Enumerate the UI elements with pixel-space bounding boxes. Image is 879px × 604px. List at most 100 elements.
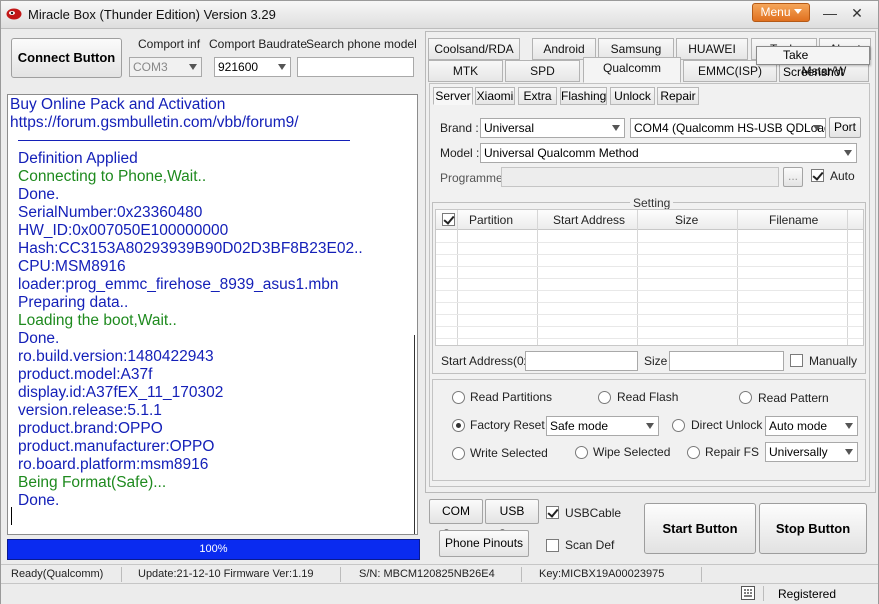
log-line: Connecting to Phone,Wait..: [18, 168, 207, 185]
select-all-checkbox[interactable]: [442, 213, 455, 226]
model-value: Universal Qualcomm Method: [484, 146, 639, 160]
tab-mtk[interactable]: MTK: [428, 60, 503, 82]
model-select[interactable]: Universal Qualcomm Method: [480, 143, 857, 163]
repair-mode-select[interactable]: Universally: [765, 442, 858, 462]
window-title: Miracle Box (Thunder Edition) Version 3.…: [28, 7, 276, 22]
log-line: ro.build.version:1480422943: [18, 348, 214, 365]
log-line: Being Format(Safe)...: [18, 474, 167, 491]
log-line: ro.board.platform:msm8916: [18, 456, 209, 473]
tab-coolsand-rda[interactable]: Coolsand/RDA: [428, 38, 520, 60]
connect-button[interactable]: Connect Button: [11, 38, 122, 78]
partition-table[interactable]: Partition Start Address Size Filename: [435, 209, 864, 346]
wipe-selected-radio[interactable]: [575, 446, 588, 459]
com-scan-button[interactable]: COM Scan: [429, 499, 483, 541]
take-screenshot-tooltip[interactable]: Take Screenshot: [756, 46, 870, 79]
usb-cable-checkbox[interactable]: [546, 506, 559, 519]
start-address-input[interactable]: [525, 351, 638, 371]
phone-pinouts-button[interactable]: Phone Pinouts: [439, 530, 529, 557]
log-line: Done.: [18, 330, 60, 347]
log-line: Hash:CC3153A80293939B90D02D3BF8B23E02..: [18, 240, 363, 257]
status-key: Key:MICBX19A00023975: [539, 568, 665, 580]
tab-qualcomm[interactable]: Qualcomm: [583, 57, 681, 83]
factory-reset-radio[interactable]: [452, 419, 465, 432]
start-button[interactable]: Start Button: [644, 503, 756, 554]
scan-def-checkbox[interactable]: [546, 539, 559, 552]
comport-inf-value: COM3: [133, 60, 168, 74]
log-line: Done.: [18, 186, 60, 203]
search-phone-label: Search phone model: [306, 37, 417, 51]
keyboard-icon: [741, 586, 755, 600]
log-output[interactable]: Buy Online Pack and Activation https://fo…: [7, 94, 418, 535]
comport-inf-select[interactable]: COM3: [129, 57, 202, 77]
table-header: Partition Start Address Size Filename: [436, 210, 863, 230]
brand-value: Universal: [484, 121, 535, 135]
read-pattern-radio[interactable]: [739, 391, 752, 404]
direct-unlock-label: Direct Unlock: [691, 418, 763, 432]
log-line: SerialNumber:0x23360480: [18, 204, 203, 221]
subtab-server[interactable]: Server: [433, 87, 473, 105]
log-scrollbar[interactable]: [414, 335, 415, 534]
log-line: version.release:5.1.1: [18, 402, 162, 419]
chevron-down-icon: [189, 64, 197, 70]
auto-label: Auto: [830, 169, 855, 183]
port-button[interactable]: Port: [829, 117, 861, 138]
model-label: Model :: [440, 146, 480, 160]
subtab-extra[interactable]: Extra: [518, 87, 557, 105]
factory-reset-label: Factory Reset: [470, 418, 545, 432]
log-line: Definition Applied: [18, 150, 138, 167]
log-line: product.manufacturer:OPPO: [18, 438, 215, 455]
menu-button[interactable]: Menu: [752, 3, 810, 22]
col-filename: Filename: [769, 213, 819, 227]
read-partitions-radio[interactable]: [452, 391, 465, 404]
close-button[interactable]: ✕: [847, 5, 867, 23]
repair-fs-label: Repair FS: [705, 445, 760, 459]
read-partitions-label: Read Partitions: [470, 390, 553, 404]
tab-huawei[interactable]: HUAWEI: [676, 38, 748, 60]
baudrate-value: 921600: [218, 60, 259, 74]
title-bar: Miracle Box (Thunder Edition) Version 3.…: [1, 1, 878, 29]
auto-checkbox[interactable]: [811, 169, 824, 182]
subtab-unlock[interactable]: Unlock: [610, 87, 655, 105]
registered-label: Registered: [778, 587, 837, 601]
chevron-down-icon: [612, 125, 620, 131]
subtab-flashing[interactable]: Flashing: [560, 87, 607, 105]
minimize-button[interactable]: —: [820, 5, 840, 23]
unlock-mode-select[interactable]: Auto mode: [765, 416, 858, 436]
brand-select[interactable]: Universal: [480, 118, 625, 138]
col-start-address: Start Address: [553, 213, 626, 227]
log-line: product.model:A37f: [18, 366, 153, 383]
log-separator: [18, 140, 350, 141]
log-line: Loading the boot,Wait..: [18, 312, 177, 329]
status-update: Update:21-12-10 Firmware Ver:1.19: [138, 568, 314, 580]
log-line: Done.: [18, 492, 60, 509]
baudrate-select[interactable]: 921600: [214, 57, 291, 77]
port-value: COM4 (Qualcomm HS-USB QDLoad: [634, 121, 826, 135]
port-select[interactable]: COM4 (Qualcomm HS-USB QDLoad: [630, 118, 826, 138]
programmer-field[interactable]: [501, 167, 779, 187]
app-window: Miracle Box (Thunder Edition) Version 3.…: [0, 0, 879, 604]
read-flash-radio[interactable]: [598, 391, 611, 404]
tab-spd[interactable]: SPD: [505, 60, 580, 82]
manually-label: Manually: [809, 354, 858, 368]
direct-unlock-radio[interactable]: [672, 419, 685, 432]
status-bar: Ready(Qualcomm) Update:21-12-10 Firmware…: [1, 564, 878, 584]
subtab-xiaomi[interactable]: Xiaomi: [475, 87, 515, 105]
baudrate-label: Comport Baudrate: [209, 37, 308, 51]
chevron-down-icon: [793, 9, 802, 14]
programmer-browse-button[interactable]: ...: [783, 167, 803, 187]
manually-checkbox[interactable]: [790, 354, 803, 367]
stop-button[interactable]: Stop Button: [759, 503, 867, 554]
repair-fs-radio[interactable]: [687, 446, 700, 459]
subtab-repair[interactable]: Repair: [657, 87, 699, 105]
log-line: HW_ID:0x007050E100000000: [18, 222, 229, 239]
write-selected-radio[interactable]: [452, 447, 465, 460]
search-phone-input[interactable]: [297, 57, 414, 77]
usb-scan-button[interactable]: USB Scan: [485, 499, 539, 541]
menu-label: Menu: [760, 5, 791, 19]
col-partition: Partition: [469, 213, 514, 227]
size-input[interactable]: [669, 351, 784, 371]
setting-title: Setting: [630, 196, 674, 210]
factory-mode-select[interactable]: Safe mode: [546, 416, 659, 436]
log-line: product.brand:OPPO: [18, 420, 163, 437]
chevron-down-icon: [845, 423, 853, 429]
